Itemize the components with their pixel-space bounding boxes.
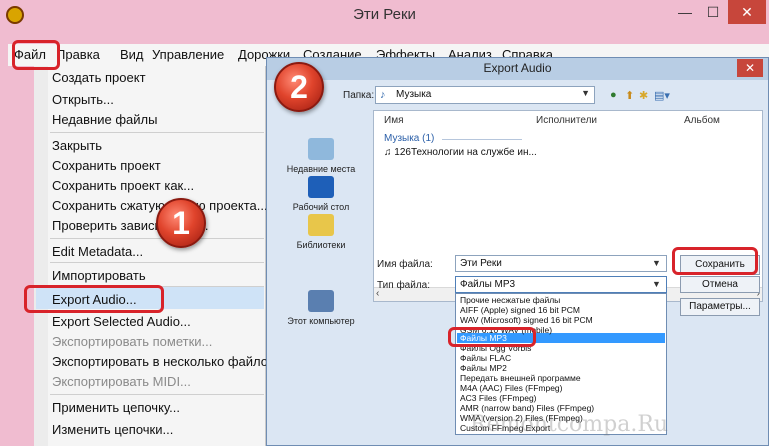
menu-item-edit-metadata[interactable]: Edit Metadata... (52, 244, 143, 259)
menu-item-save-project-as[interactable]: Сохранить проект как... (52, 178, 194, 193)
filetype-option[interactable]: AC3 Files (FFmpeg) (460, 393, 537, 403)
watermark: Remontcompa.Ru (470, 412, 669, 437)
place-libraries-label: Библиотеки (296, 240, 346, 250)
place-desktop[interactable]: Рабочий стол (273, 176, 369, 212)
group-header: Музыка (1) (384, 133, 435, 144)
menu-item-edit-chains[interactable]: Изменить цепочки... (52, 422, 173, 437)
place-libraries[interactable]: Библиотеки (273, 214, 369, 250)
up-folder-icon[interactable]: ⬆ (625, 89, 634, 102)
dialog-close-button[interactable]: ✕ (737, 59, 763, 77)
recent-places-icon (308, 138, 334, 160)
menu-edit[interactable]: Правка (56, 47, 100, 62)
menu-separator (50, 394, 264, 395)
menu-transport[interactable]: Управление (152, 47, 224, 62)
filetype-label: Тип файла: (377, 280, 430, 291)
menu-item-import[interactable]: Импортировать (52, 268, 146, 283)
filetype-option[interactable]: Файлы MP2 (460, 363, 507, 373)
computer-icon (308, 290, 334, 312)
menu-item-export-selected-audio[interactable]: Export Selected Audio... (52, 314, 191, 329)
highlight-save-button (672, 247, 758, 275)
menu-item-export-labels: Экспортировать пометки... (52, 334, 213, 349)
highlight-file-menu (12, 40, 60, 70)
place-computer-label: Этот компьютер (287, 316, 355, 326)
filetype-option[interactable]: Прочие несжатые файлы (460, 295, 560, 305)
menu-item-export-midi: Экспортировать MIDI... (52, 374, 191, 389)
menu-item-recent-files[interactable]: Недавние файлы (52, 112, 157, 127)
chevron-down-icon[interactable]: ▼ (652, 279, 661, 289)
place-recent[interactable]: Недавние места (273, 138, 369, 174)
filetype-select[interactable]: Файлы MP3 (455, 276, 667, 293)
filetype-option[interactable]: M4A (AAC) Files (FFmpeg) (460, 383, 563, 393)
view-menu-icon[interactable]: ▤▾ (654, 89, 670, 102)
window-title: Эти Реки (353, 6, 416, 23)
menu-item-close[interactable]: Закрыть (52, 138, 102, 153)
minimize-button[interactable]: — (672, 0, 698, 24)
folder-select[interactable]: ♪ Музыка ▼ (375, 86, 595, 104)
menu-separator (50, 238, 264, 239)
file-row-name: 126Технологии на службе ин... (394, 147, 537, 158)
places-bar: Недавние места Рабочий стол Библиотеки Э… (273, 110, 369, 360)
desktop-icon (308, 176, 334, 198)
place-recent-label: Недавние места (286, 164, 356, 174)
file-menu-icon-strip (34, 66, 48, 446)
title-bar: Эти Реки — ☐ ✕ (0, 0, 769, 30)
file-row[interactable]: ♫ 126Технологии на службе ин... (384, 147, 537, 158)
filetype-option[interactable]: AIFF (Apple) signed 16 bit PCM (460, 305, 580, 315)
menu-item-save-project[interactable]: Сохранить проект (52, 158, 161, 173)
folder-label: Папка: (343, 90, 375, 101)
back-icon[interactable]: ● (610, 89, 617, 101)
dialog-title: Export Audio (483, 61, 552, 75)
column-artists[interactable]: Исполнители (536, 115, 597, 126)
cancel-button[interactable]: Отмена (680, 276, 760, 293)
filetype-option[interactable]: Файлы FLAC (460, 353, 511, 363)
dialog-title-bar: Export Audio ✕ (267, 58, 768, 80)
new-folder-icon[interactable]: ✱ (639, 89, 648, 102)
menu-separator (50, 262, 264, 263)
folder-value: Музыка (396, 89, 432, 100)
menu-item-new-project[interactable]: Создать проект (52, 70, 146, 85)
menu-view[interactable]: Вид (120, 47, 144, 62)
menu-item-apply-chain[interactable]: Применить цепочку... (52, 400, 180, 415)
step-badge-2: 2 (274, 62, 324, 112)
menu-item-export-multiple[interactable]: Экспортировать в несколько файлов... (52, 354, 286, 369)
step-badge-1: 1 (156, 198, 206, 248)
filename-input[interactable]: Эти Реки (455, 255, 667, 272)
highlight-mp3-option (448, 327, 536, 347)
audio-file-icon: ♫ (384, 147, 392, 158)
place-computer[interactable]: Этот компьютер (273, 290, 369, 326)
group-divider (442, 139, 522, 140)
menu-item-open[interactable]: Открыть... (52, 92, 114, 107)
options-button[interactable]: Параметры... (680, 298, 760, 316)
filename-label: Имя файла: (377, 259, 433, 270)
menu-separator (50, 132, 264, 133)
libraries-icon (308, 214, 334, 236)
chevron-down-icon: ▼ (581, 88, 590, 98)
close-button[interactable]: ✕ (728, 0, 766, 24)
place-desktop-label: Рабочий стол (292, 202, 350, 212)
filetype-option[interactable]: Передать внешней программе (460, 373, 581, 383)
maximize-button[interactable]: ☐ (700, 0, 726, 24)
column-name[interactable]: Имя (384, 115, 403, 126)
chevron-down-icon[interactable]: ▼ (652, 258, 661, 268)
music-folder-icon: ♪ (380, 89, 386, 101)
highlight-export-audio (24, 285, 164, 313)
filetype-option[interactable]: WAV (Microsoft) signed 16 bit PCM (460, 315, 593, 325)
column-album[interactable]: Альбом (684, 115, 720, 126)
